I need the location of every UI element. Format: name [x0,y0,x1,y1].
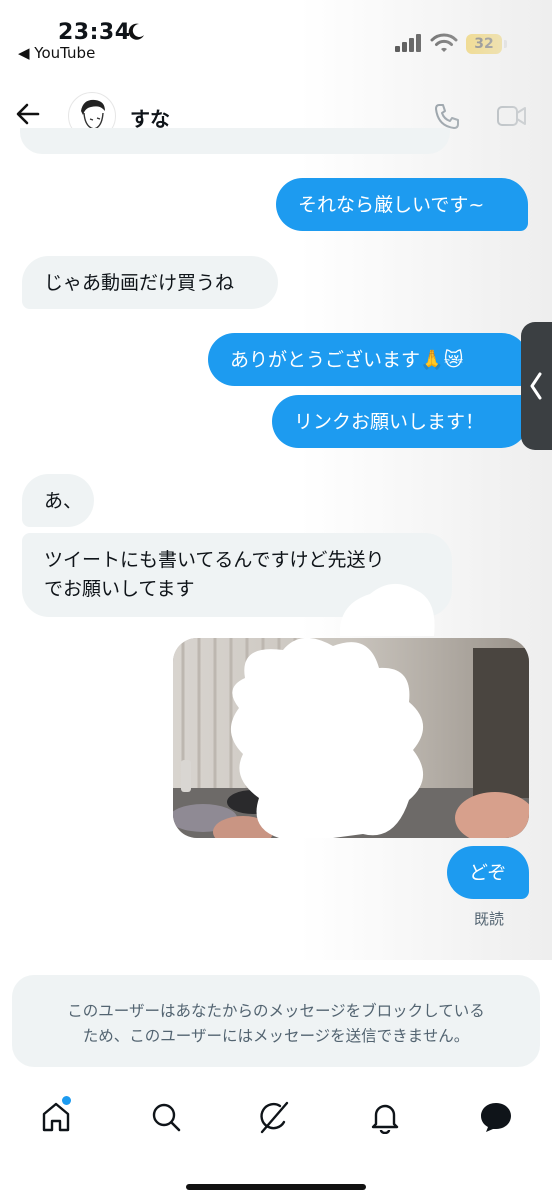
message-text: リンクお願いします！ [294,410,485,433]
side-panel-handle[interactable] [521,322,552,450]
previous-message-bubble [20,128,450,154]
grok-icon[interactable] [258,1100,290,1134]
message-text-line: ツイートにも書いてるんですけど先送り [44,549,385,571]
photo-content [173,638,529,838]
home-icon[interactable] [40,1100,72,1134]
message-bubble-incoming[interactable]: あ、 [22,474,94,527]
battery-tip [504,40,507,48]
message-text: それなら厳しいです~ [298,193,485,216]
redaction-blob [339,583,435,636]
message-text: どぞ [469,861,507,884]
moon-icon [128,23,144,40]
blocked-notice: このユーザーはあなたからのメッセージをブロックしている ため、このユーザーにはメ… [12,975,540,1067]
message-text: あ、 [44,489,83,512]
blocked-notice-line: このユーザーはあなたからのメッセージをブロックしている [67,1002,485,1020]
cellular-signal-icon [395,34,421,52]
message-bubble-outgoing[interactable]: リンクお願いします！ [272,395,528,448]
message-bubble-outgoing[interactable]: ありがとうございます🙏😿 [208,333,528,386]
image-message[interactable] [173,638,529,838]
read-receipt: 既読 [474,910,505,928]
search-icon[interactable] [150,1100,182,1134]
notification-dot [62,1096,71,1105]
video-call-icon[interactable] [496,102,528,130]
message-text: ありがとうございます🙏😿 [230,348,464,371]
status-time: 23:34 [58,20,131,45]
phone-call-icon[interactable] [432,101,462,131]
back-to-app-link[interactable]: ◀ YouTube [18,44,95,62]
messages-icon[interactable] [479,1100,513,1134]
message-bubble-incoming[interactable]: じゃあ動画だけ買うね [22,256,278,309]
back-arrow-icon[interactable] [14,100,42,128]
home-indicator [186,1184,366,1190]
chevron-left-icon [530,372,542,400]
message-text-line: でお願いしてます [44,578,195,600]
message-bubble-outgoing[interactable]: どぞ [447,846,529,899]
battery-indicator: 32 [466,34,502,54]
message-bubble-outgoing[interactable]: それなら厳しいです~ [276,178,528,231]
notifications-icon[interactable] [369,1100,401,1134]
message-text: じゃあ動画だけ買うね [44,271,235,294]
blocked-notice-line: ため、このユーザーにはメッセージを送信できません。 [82,1027,470,1045]
wifi-icon [430,33,458,52]
